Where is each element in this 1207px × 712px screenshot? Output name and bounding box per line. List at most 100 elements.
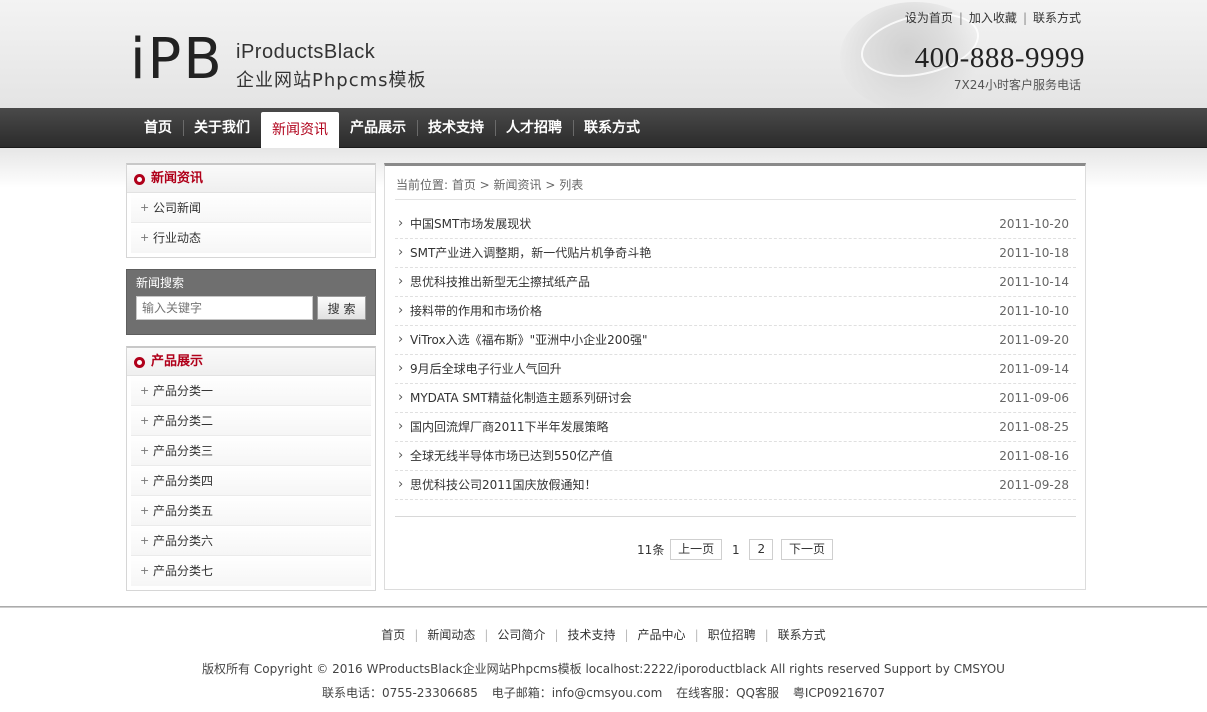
nav-news[interactable]: 新闻资讯	[261, 112, 339, 148]
main-nav: 首页 关于我们 新闻资讯 产品展示 技术支持 人才招聘 联系方式	[0, 108, 1207, 148]
list-item[interactable]: 9月后全球电子行业人气回升 2011-09-14	[395, 354, 1076, 384]
news-title[interactable]: SMT产业进入调整期，新一代贴片机争奇斗艳	[410, 246, 651, 260]
news-date: 2011-10-18	[999, 246, 1069, 260]
nav-home[interactable]: 首页	[133, 108, 183, 148]
sidebar-item-company-news[interactable]: 公司新闻	[131, 193, 371, 223]
news-list-panel: 当前位置: 首页 > 新闻资讯 > 列表 中国SMT市场发展现状 2011-10-…	[384, 163, 1086, 590]
copyright: 版权所有 Copyright © 2016 WProductsBlack企业网站…	[202, 662, 1005, 676]
nav-products[interactable]: 产品展示	[339, 108, 417, 148]
contact-service[interactable]: 在线客服：QQ客服	[676, 686, 779, 700]
bullet-icon	[134, 357, 145, 368]
product-category-box: 产品展示 产品分类一 产品分类二 产品分类三 产品分类四 产品分类五 产品分类六…	[126, 346, 376, 591]
news-search-title: 新闻搜索	[136, 276, 185, 290]
news-date: 2011-09-28	[999, 478, 1069, 492]
nav-contact[interactable]: 联系方式	[573, 108, 651, 148]
news-date: 2011-08-16	[999, 449, 1069, 463]
next-page-button[interactable]: 下一页	[780, 539, 833, 560]
news-title[interactable]: 接料带的作用和市场价格	[410, 304, 542, 318]
contact-link[interactable]: 联系方式	[1033, 11, 1081, 25]
search-row: 搜 索	[136, 296, 366, 320]
search-input[interactable]	[136, 296, 314, 320]
footer-link-about[interactable]: 公司简介	[488, 628, 554, 642]
sidebar-item-product-1[interactable]: 产品分类一	[131, 376, 371, 406]
footer-link-contact[interactable]: 联系方式	[769, 628, 835, 642]
footer-link-support[interactable]: 技术支持	[558, 628, 624, 642]
news-title[interactable]: 思优科技推出新型无尘擦拭纸产品	[410, 275, 590, 289]
news-title[interactable]: 全球无线半导体市场已达到550亿产值	[410, 449, 613, 463]
footer-link-news[interactable]: 新闻动态	[418, 628, 484, 642]
sidebar-item-industry-news[interactable]: 行业动态	[131, 223, 371, 253]
list-item[interactable]: 思优科技推出新型无尘擦拭纸产品 2011-10-14	[395, 267, 1076, 297]
hotline-number: 400-888-9999	[914, 42, 1085, 74]
news-list: 中国SMT市场发展现状 2011-10-20 SMT产业进入调整期，新一代贴片机争…	[395, 209, 1076, 500]
sidebar-item-product-6[interactable]: 产品分类六	[131, 526, 371, 556]
sidebar-item-product-3[interactable]: 产品分类三	[131, 436, 371, 466]
prev-page-button[interactable]: 上一页	[670, 539, 723, 560]
page-2-button[interactable]: 2	[749, 539, 774, 560]
sidebar-item-product-5[interactable]: 产品分类五	[131, 496, 371, 526]
news-date: 2011-09-20	[999, 333, 1069, 347]
nav-about[interactable]: 关于我们	[183, 108, 261, 148]
news-title[interactable]: 思优科技公司2011国庆放假通知！	[410, 478, 597, 492]
separator: |	[958, 11, 963, 25]
news-category-title-text: 新闻资讯	[151, 171, 204, 186]
breadcrumb: 当前位置: 首页 > 新闻资讯 > 列表	[396, 178, 584, 192]
list-item[interactable]: ViTrox入选《福布斯》"亚洲中小企业200强" 2011-09-20	[395, 325, 1076, 355]
sidebar-item-product-4[interactable]: 产品分类四	[131, 466, 371, 496]
header: iPB iProductsBlack 企业网站Phpcms模板 设为首页 | 加入收…	[0, 0, 1207, 108]
logo-mark[interactable]: iPB	[130, 30, 224, 90]
divider	[395, 516, 1076, 517]
list-item[interactable]: 思优科技公司2011国庆放假通知！ 2011-09-28	[395, 470, 1076, 500]
nav-jobs[interactable]: 人才招聘	[495, 108, 573, 148]
news-search-box: 新闻搜索 搜 索	[126, 269, 376, 335]
top-links: 设为首页 | 加入收藏 | 联系方式	[905, 9, 1081, 26]
news-date: 2011-09-14	[999, 362, 1069, 376]
divider	[395, 199, 1076, 200]
news-category-box: 新闻资讯 公司新闻 行业动态	[126, 163, 376, 258]
news-date: 2011-09-06	[999, 391, 1069, 405]
sidebar-item-product-7[interactable]: 产品分类七	[131, 556, 371, 586]
search-button[interactable]: 搜 索	[317, 296, 366, 320]
add-favorite-link[interactable]: 加入收藏	[969, 11, 1017, 25]
nav-support[interactable]: 技术支持	[417, 108, 495, 148]
nav-items: 首页 关于我们 新闻资讯 产品展示 技术支持 人才招聘 联系方式	[133, 108, 651, 148]
separator: |	[624, 628, 629, 642]
list-item[interactable]: 国内回流焊厂商2011下半年发展策略 2011-08-25	[395, 412, 1076, 442]
pagination: 11条 上一页 1 2 下一页	[385, 539, 1087, 560]
news-category-title: 新闻资讯	[127, 165, 375, 193]
contact-info: 联系电话：0755-23306685 电子邮箱：info@cmsyou.com …	[0, 684, 1207, 701]
separator: |	[694, 628, 699, 642]
icp-number: 粤ICP09216707	[792, 686, 886, 700]
footer-link-jobs[interactable]: 职位招聘	[699, 628, 765, 642]
product-category-title-text: 产品展示	[151, 354, 204, 369]
news-title[interactable]: ViTrox入选《福布斯》"亚洲中小企业200强"	[410, 333, 648, 347]
list-item[interactable]: 全球无线半导体市场已达到550亿产值 2011-08-16	[395, 441, 1076, 471]
news-category-list: 公司新闻 行业动态	[131, 193, 371, 253]
logo-subtitle: 企业网站Phpcms模板	[236, 70, 427, 91]
current-page: 1	[732, 542, 740, 557]
list-item[interactable]: 接料带的作用和市场价格 2011-10-10	[395, 296, 1076, 326]
footer-nav: 首页 | 新闻动态 | 公司简介 | 技术支持 | 产品中心 | 职位招聘 | 联系方式	[0, 626, 1207, 643]
news-date: 2011-08-25	[999, 420, 1069, 434]
footer-link-home[interactable]: 首页	[372, 628, 414, 642]
separator: |	[1022, 11, 1027, 25]
bullet-icon	[134, 174, 145, 185]
news-title[interactable]: 国内回流焊厂商2011下半年发展策略	[410, 420, 609, 434]
set-homepage-link[interactable]: 设为首页	[905, 11, 953, 25]
product-category-list: 产品分类一 产品分类二 产品分类三 产品分类四 产品分类五 产品分类六 产品分类…	[131, 376, 371, 586]
sidebar-item-product-2[interactable]: 产品分类二	[131, 406, 371, 436]
list-item[interactable]: 中国SMT市场发展现状 2011-10-20	[395, 209, 1076, 239]
news-title[interactable]: 中国SMT市场发展现状	[410, 217, 531, 231]
sidebar: 新闻资讯 公司新闻 行业动态 新闻搜索 搜 索 产品展示 产品分类一 产品分类二…	[126, 163, 376, 591]
news-title[interactable]: 9月后全球电子行业人气回升	[410, 362, 562, 376]
footer-link-products[interactable]: 产品中心	[629, 628, 695, 642]
product-category-title: 产品展示	[127, 348, 375, 376]
logo-name: iProductsBlack	[236, 41, 376, 63]
hotline-caption: 7X24小时客户服务电话	[953, 78, 1081, 92]
list-item[interactable]: MYDATA SMT精益化制造主题系列研讨会 2011-09-06	[395, 383, 1076, 413]
list-item[interactable]: SMT产业进入调整期，新一代贴片机争奇斗艳 2011-10-18	[395, 238, 1076, 268]
contact-tel: 联系电话：0755-23306685	[321, 686, 478, 700]
news-title[interactable]: MYDATA SMT精益化制造主题系列研讨会	[410, 391, 632, 405]
total-count: 11条	[637, 543, 665, 557]
contact-email[interactable]: 电子邮箱：info@cmsyou.com	[492, 686, 663, 700]
